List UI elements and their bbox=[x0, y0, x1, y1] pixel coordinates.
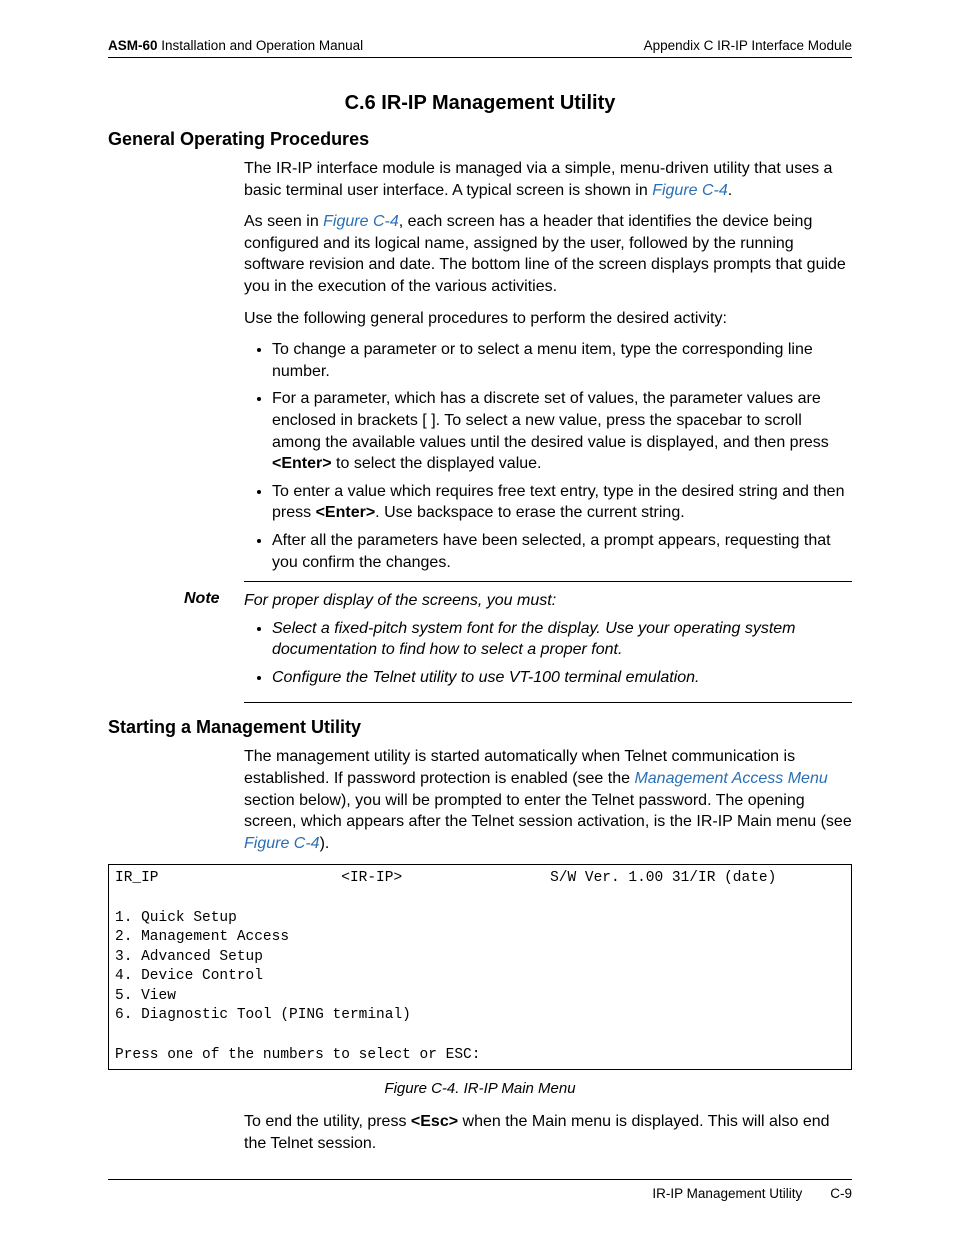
paragraph: Use the following general procedures to … bbox=[244, 308, 852, 330]
note-block: Note For proper display of the screens, … bbox=[108, 590, 852, 696]
footer-page-number: C-9 bbox=[830, 1186, 852, 1201]
text: ). bbox=[320, 835, 330, 852]
paragraph: To end the utility, press <Esc> when the… bbox=[244, 1111, 852, 1154]
menu-link[interactable]: Management Access Menu bbox=[634, 770, 827, 787]
list-item: Configure the Telnet utility to use VT-1… bbox=[272, 667, 852, 689]
figure-link[interactable]: Figure C-4 bbox=[244, 835, 320, 852]
list-item: To enter a value which requires free tex… bbox=[272, 481, 852, 524]
subsection-starting-title: Starting a Management Utility bbox=[108, 717, 852, 738]
text: to select the displayed value. bbox=[332, 455, 542, 472]
text: For a parameter, which has a discrete se… bbox=[272, 390, 829, 450]
note-list: Select a fixed-pitch system font for the… bbox=[244, 618, 852, 689]
text: . bbox=[728, 182, 732, 199]
list-item: Select a fixed-pitch system font for the… bbox=[272, 618, 852, 661]
section-title: C.6 IR-IP Management Utility bbox=[108, 92, 852, 115]
terminal-screenshot: IR_IP <IR-IP> S/W Ver. 1.00 31/IR (date)… bbox=[108, 864, 852, 1070]
list-item: For a parameter, which has a discrete se… bbox=[272, 388, 852, 474]
text: The IR-IP interface module is managed vi… bbox=[244, 160, 832, 199]
figure-caption: Figure C-4. IR-IP Main Menu bbox=[108, 1080, 852, 1097]
note-label: Note bbox=[184, 590, 244, 608]
page-header: ASM-60 Installation and Operation Manual… bbox=[108, 38, 852, 58]
note-intro: For proper display of the screens, you m… bbox=[244, 592, 556, 609]
ending-body: To end the utility, press <Esc> when the… bbox=[244, 1111, 852, 1154]
page-footer: IR-IP Management Utility C-9 bbox=[108, 1179, 852, 1201]
note-rule-top bbox=[244, 581, 852, 582]
key-esc: <Esc> bbox=[411, 1113, 458, 1130]
text: As seen in bbox=[244, 213, 323, 230]
text: . Use backspace to erase the current str… bbox=[375, 504, 684, 521]
procedure-list: To change a parameter or to select a men… bbox=[244, 339, 852, 573]
text: section below), you will be prompted to … bbox=[244, 792, 852, 831]
figure-link[interactable]: Figure C-4 bbox=[323, 213, 399, 230]
product-name: ASM-60 bbox=[108, 38, 158, 53]
text: To end the utility, press bbox=[244, 1113, 411, 1130]
subsection-general-title: General Operating Procedures bbox=[108, 129, 852, 150]
paragraph: The IR-IP interface module is managed vi… bbox=[244, 158, 852, 201]
manual-title: Installation and Operation Manual bbox=[161, 38, 363, 53]
paragraph: The management utility is started automa… bbox=[244, 746, 852, 854]
list-item: After all the parameters have been selec… bbox=[272, 530, 852, 573]
paragraph: As seen in Figure C-4, each screen has a… bbox=[244, 211, 852, 297]
footer-section: IR-IP Management Utility bbox=[652, 1186, 802, 1201]
header-right: Appendix C IR-IP Interface Module bbox=[644, 38, 852, 53]
figure-link[interactable]: Figure C-4 bbox=[652, 182, 728, 199]
note-body: For proper display of the screens, you m… bbox=[244, 590, 852, 696]
general-body: The IR-IP interface module is managed vi… bbox=[244, 158, 852, 573]
starting-body: The management utility is started automa… bbox=[244, 746, 852, 854]
key-enter: <Enter> bbox=[316, 504, 376, 521]
header-left: ASM-60 Installation and Operation Manual bbox=[108, 38, 363, 53]
key-enter: <Enter> bbox=[272, 455, 332, 472]
note-rule-bottom bbox=[244, 702, 852, 703]
list-item: To change a parameter or to select a men… bbox=[272, 339, 852, 382]
